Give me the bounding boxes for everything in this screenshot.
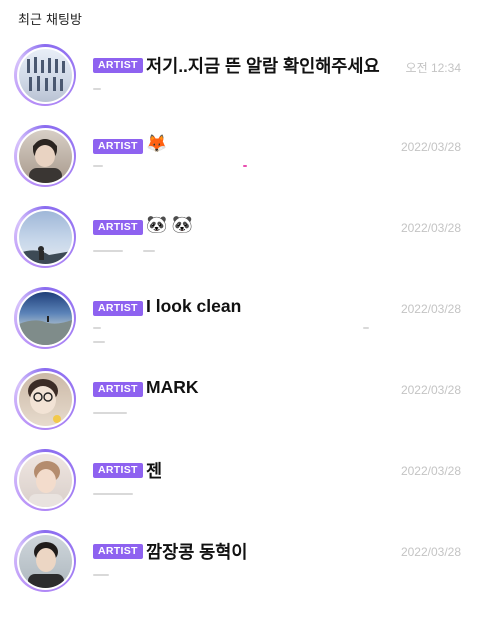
avatar[interactable] [14, 287, 76, 349]
landscape-photo-icon [18, 291, 72, 345]
chat-list: ARTIST 저기..지금 뜬 알람 확인해주세요 오전 12:34 ARTIS… [0, 40, 480, 607]
group-photo-icon [18, 48, 72, 102]
chat-title: 🦊 [146, 134, 168, 153]
sky-photo-icon [18, 210, 72, 264]
chat-time: 2022/03/28 [400, 221, 461, 235]
chat-title: 깜장콩 동혁이 [146, 542, 248, 562]
message-preview-blurred [93, 570, 373, 580]
chat-time: 2022/03/28 [400, 383, 461, 397]
chat-time: 오전 12:34 [405, 61, 461, 75]
message-preview-blurred [93, 327, 373, 343]
avatar[interactable] [14, 530, 76, 592]
chat-title: 저기..지금 뜬 알람 확인해주세요 [146, 56, 380, 76]
avatar[interactable] [14, 449, 76, 511]
chat-title: 🐼 🐼 [146, 215, 194, 234]
portrait-icon [18, 534, 72, 588]
portrait-icon [18, 129, 72, 183]
selfie-icon [18, 372, 72, 426]
avatar[interactable] [14, 125, 76, 187]
message-preview-blurred [93, 246, 373, 256]
avatar[interactable] [14, 44, 76, 106]
chat-row[interactable]: ARTIST MARK 2022/03/28 [0, 364, 480, 445]
chat-row[interactable]: ARTIST 젠 2022/03/28 [0, 445, 480, 526]
message-preview-blurred [93, 165, 373, 175]
artist-badge: ARTIST [93, 220, 143, 235]
message-preview-blurred [93, 408, 373, 418]
avatar[interactable] [14, 368, 76, 430]
chat-row[interactable]: ARTIST 깜장콩 동혁이 2022/03/28 [0, 526, 480, 607]
chat-time: 2022/03/28 [400, 140, 461, 154]
chat-row[interactable]: ARTIST 저기..지금 뜬 알람 확인해주세요 오전 12:34 [0, 40, 480, 121]
chat-row[interactable]: ARTIST 🦊 2022/03/28 [0, 121, 480, 202]
artist-badge: ARTIST [93, 544, 143, 559]
avatar[interactable] [14, 206, 76, 268]
portrait-icon [18, 453, 72, 507]
chat-row[interactable]: ARTIST I look clean 2022/03/28 [0, 283, 480, 364]
message-preview-blurred [93, 489, 373, 499]
artist-badge: ARTIST [93, 139, 143, 154]
section-title: 최근 채팅방 [18, 13, 82, 28]
chat-time: 2022/03/28 [400, 464, 461, 478]
chat-title: MARK [146, 377, 199, 397]
message-preview-blurred [93, 84, 373, 94]
artist-badge: ARTIST [93, 463, 143, 478]
artist-badge: ARTIST [93, 58, 143, 73]
chat-time: 2022/03/28 [400, 302, 461, 316]
artist-badge: ARTIST [93, 301, 143, 316]
chat-row[interactable]: ARTIST 🐼 🐼 2022/03/28 [0, 202, 480, 283]
chat-title: 젠 [146, 461, 163, 481]
chat-title: I look clean [146, 296, 242, 316]
chat-time: 2022/03/28 [400, 545, 461, 559]
artist-badge: ARTIST [93, 382, 143, 397]
